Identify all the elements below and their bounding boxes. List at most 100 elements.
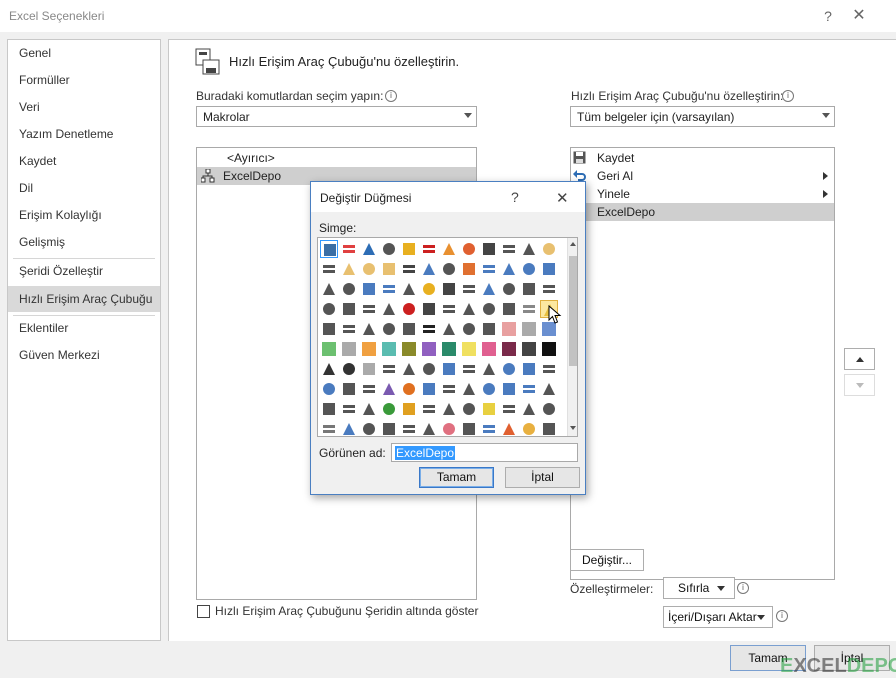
symbol-icon[interactable] — [480, 400, 498, 418]
symbol-icon[interactable] — [420, 240, 438, 258]
modify-button[interactable]: Değiştir... — [570, 549, 644, 571]
symbol-icon[interactable] — [500, 240, 518, 258]
symbol-icon[interactable] — [440, 260, 458, 278]
symbol-icon[interactable] — [420, 400, 438, 418]
symbol-icon[interactable] — [540, 260, 558, 278]
symbol-icon[interactable] — [320, 280, 338, 298]
symbol-icon[interactable] — [440, 280, 458, 298]
import-export-button[interactable]: İçeri/Dışarı Aktar — [663, 606, 773, 628]
symbol-icon[interactable] — [500, 400, 518, 418]
symbol-icon[interactable] — [520, 300, 538, 318]
symbol-icon[interactable] — [320, 380, 338, 398]
chevron-right-icon[interactable] — [823, 172, 828, 180]
symbol-icon[interactable] — [460, 400, 478, 418]
nav-item-customize-ribbon[interactable]: Şeridi Özelleştir — [8, 258, 160, 284]
symbol-icon[interactable] — [380, 420, 398, 436]
symbol-icon[interactable] — [440, 420, 458, 436]
list-item-redo[interactable]: Yinele — [571, 185, 834, 203]
symbol-icon[interactable] — [360, 260, 378, 278]
symbol-icon[interactable] — [480, 360, 498, 378]
scroll-up-icon[interactable] — [570, 242, 576, 246]
symbol-icon[interactable] — [320, 320, 338, 338]
symbol-icon[interactable] — [320, 360, 338, 378]
nav-item-trust-center[interactable]: Güven Merkezi — [8, 342, 160, 368]
symbol-icon[interactable] — [540, 280, 558, 298]
symbol-icon[interactable] — [360, 300, 378, 318]
symbol-icon[interactable] — [380, 360, 398, 378]
choose-commands-select[interactable]: Makrolar — [196, 106, 477, 127]
symbol-icon[interactable] — [420, 360, 438, 378]
symbol-icon[interactable] — [420, 280, 438, 298]
symbol-icon[interactable] — [440, 360, 458, 378]
symbol-icon[interactable] — [420, 260, 438, 278]
symbol-icon[interactable] — [400, 240, 418, 258]
below-ribbon-checkbox[interactable] — [197, 605, 210, 618]
symbol-icon[interactable] — [420, 300, 438, 318]
symbol-icon[interactable] — [460, 420, 478, 436]
symbol-icon[interactable] — [320, 300, 338, 318]
symbol-icon[interactable] — [400, 280, 418, 298]
symbol-icon[interactable] — [360, 320, 378, 338]
symbol-icon[interactable] — [360, 240, 378, 258]
symbol-icon[interactable] — [380, 380, 398, 398]
customize-toolbar-select[interactable]: Tüm belgeler için (varsayılan) — [570, 106, 835, 127]
nav-item-save[interactable]: Kaydet — [8, 148, 160, 174]
nav-item-data[interactable]: Veri — [8, 94, 160, 120]
symbol-icon[interactable] — [480, 240, 498, 258]
symbol-icon[interactable] — [540, 360, 558, 378]
symbol-icon[interactable] — [520, 400, 538, 418]
symbol-icon[interactable] — [520, 260, 538, 278]
nav-item-general[interactable]: Genel — [8, 40, 160, 66]
symbol-icon[interactable] — [440, 240, 458, 258]
symbol-icon[interactable] — [380, 300, 398, 318]
symbol-icon[interactable] — [320, 400, 338, 418]
symbol-icon[interactable] — [420, 340, 438, 358]
display-name-input[interactable]: ExcelDepo — [391, 443, 578, 462]
symbol-icon[interactable] — [340, 240, 358, 258]
symbol-icon[interactable] — [540, 420, 558, 436]
symbol-icon[interactable] — [500, 420, 518, 436]
symbol-icon[interactable] — [440, 340, 458, 358]
symbol-icon[interactable] — [520, 380, 538, 398]
symbol-icon[interactable] — [340, 420, 358, 436]
symbol-icon[interactable] — [360, 380, 378, 398]
symbol-icon[interactable] — [320, 340, 338, 358]
symbol-icon[interactable] — [380, 340, 398, 358]
nav-item-proofing[interactable]: Yazım Denetleme — [8, 121, 160, 147]
symbol-icon[interactable] — [480, 260, 498, 278]
symbol-icon[interactable] — [320, 260, 338, 278]
move-up-button[interactable] — [844, 348, 875, 370]
symbol-icon[interactable] — [380, 240, 398, 258]
symbol-icon[interactable] — [340, 360, 358, 378]
symbol-icon[interactable] — [400, 320, 418, 338]
symbol-icon[interactable] — [500, 260, 518, 278]
symbol-icon[interactable] — [340, 380, 358, 398]
symbol-icon[interactable] — [460, 260, 478, 278]
symbol-icon[interactable] — [420, 320, 438, 338]
list-item-save[interactable]: Kaydet — [571, 149, 834, 167]
symbol-icon[interactable] — [500, 380, 518, 398]
symbol-icon[interactable] — [360, 280, 378, 298]
dialog-close-button[interactable]: ✕ — [556, 189, 569, 207]
symbol-icon[interactable] — [520, 340, 538, 358]
symbol-icon[interactable] — [480, 320, 498, 338]
help-button[interactable]: ? — [818, 6, 838, 26]
symbol-icon[interactable] — [440, 320, 458, 338]
dialog-cancel-button[interactable]: İptal — [505, 467, 580, 488]
symbol-icon[interactable] — [420, 380, 438, 398]
symbol-icon[interactable] — [480, 420, 498, 436]
symbol-icon[interactable] — [400, 260, 418, 278]
chevron-right-icon[interactable] — [823, 190, 828, 198]
symbol-icon[interactable] — [540, 340, 558, 358]
dialog-help-button[interactable]: ? — [511, 189, 519, 205]
symbol-icon[interactable] — [520, 420, 538, 436]
nav-item-language[interactable]: Dil — [8, 175, 160, 201]
symbol-icon[interactable] — [320, 240, 338, 258]
symbol-icon[interactable] — [480, 380, 498, 398]
symbol-icon[interactable] — [500, 320, 518, 338]
symbol-icon[interactable] — [340, 260, 358, 278]
symbol-icon[interactable] — [440, 300, 458, 318]
move-down-button[interactable] — [844, 374, 875, 396]
scroll-down-icon[interactable] — [570, 426, 576, 430]
symbol-icon[interactable] — [520, 240, 538, 258]
